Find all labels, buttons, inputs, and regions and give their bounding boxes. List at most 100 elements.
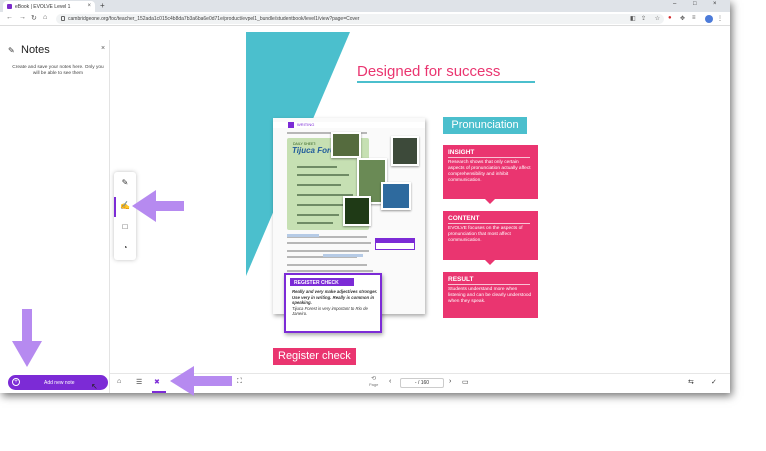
book-section-header: WRITING [273,122,425,128]
text-line [287,250,369,252]
home-icon[interactable]: ⌂ [43,14,47,21]
forward-icon[interactable]: → [19,14,26,21]
opera-extension-icon[interactable]: ● [668,15,672,21]
highlight-mark [287,234,319,237]
left-arrow-annotation-bottom [170,366,232,396]
page-number-field[interactable]: - / 160 [400,378,444,388]
note-tool-icon[interactable]: ✍ [120,201,130,211]
pen-tool-icon[interactable]: ✎ [120,178,130,188]
bookmark-star-icon[interactable]: ☆ [655,15,660,22]
browser-tab[interactable]: eBook | EVOLVE Level 1 × [3,1,95,12]
register-check-example: Tijuca Forest is very important to Rio d… [292,305,368,317]
register-check-box: REGISTER CHECK Really and very make adje… [284,273,382,333]
window-close-button[interactable]: × [713,1,717,7]
share-icon[interactable]: ⇪ [641,15,646,22]
register-check-label: REGISTER CHECK [294,279,339,286]
register-check-text: Really and very make adjectives stronger… [292,289,378,306]
notes-icon: ✎ [8,46,15,55]
lock-icon [61,16,65,21]
avatar[interactable] [705,15,713,23]
card-pointer [485,199,495,204]
fullscreen-icon[interactable]: ⛶ [237,378,242,386]
section-number-badge [288,122,294,128]
text-line [287,270,373,272]
flower-photo [343,196,371,226]
text-line [297,174,349,176]
text-line [297,214,339,216]
insight-title: INSIGHT [448,149,475,156]
insight-body: Research shows that only certain aspects… [448,160,531,183]
mouse-cursor-icon: ↖ [91,382,98,391]
content-card: CONTENT EVOLVE focuses on the aspects of… [443,211,538,265]
home-icon[interactable]: ⌂ [117,378,121,385]
eraser-tool-icon[interactable]: ◔ [120,243,130,253]
browser-window: eBook | EVOLVE Level 1 × + – □ × ← → ↻ ⌂… [0,0,730,393]
puzzle-icon[interactable]: ✥ [680,15,685,22]
evolve-favicon-icon [7,4,12,9]
result-title: RESULT [448,276,474,283]
pronunciation-label: Pronunciation [443,117,527,134]
page-label: Page [369,382,379,387]
register-check-banner: Register check [273,348,356,365]
text-line [297,222,333,224]
page-headline: Designed for success [357,63,501,80]
highlight-mark [323,254,363,257]
result-card: RESULT Students understand more when lis… [443,272,538,318]
previous-page-icon[interactable]: ‹ [389,378,391,385]
grammar-tip-box [375,238,415,250]
add-new-note-label: Add new note [44,380,75,386]
left-arrow-annotation [132,190,184,222]
text-line [297,204,345,206]
menu-dots-icon[interactable]: ⋮ [717,15,723,22]
reading-list-icon[interactable]: ≡ [692,15,696,21]
page-indicator[interactable]: ⟲ Page [369,375,378,387]
section-label: WRITING [297,122,315,127]
text-line [287,242,371,244]
statue-photo [381,182,411,210]
result-body: Students understand more when listening … [448,287,532,304]
address-row: ← → ↻ ⌂ cambridgeone.org/foc/teacher_152… [0,12,730,26]
card-pointer [485,260,495,265]
text-line [297,184,341,186]
notes-title: Notes [21,44,50,56]
content-body: EVOLVE focuses on the aspects of pronunc… [448,226,523,243]
new-tab-button[interactable]: + [100,1,105,10]
swap-icon[interactable]: ⇆ [688,378,694,386]
content-title: CONTENT [448,215,480,222]
table-of-contents-icon[interactable]: ☰ [136,378,142,386]
plus-icon: + [12,378,20,386]
annotation-tools-icon[interactable]: ✖ [154,378,160,386]
address-bar[interactable]: cambridgeone.org/foc/teacher_152ada1c015… [56,14,664,24]
card-divider [448,157,530,158]
register-check-body: Really and very make adjectives stronger… [292,289,378,317]
card-divider [448,284,530,285]
tab-strip: eBook | EVOLVE Level 1 × + – □ × [0,0,730,12]
page-thumbnails-icon: ⟲ [371,376,377,382]
text-line [287,264,367,266]
next-page-icon[interactable]: › [449,378,451,385]
headline-underline [357,81,535,83]
text-line [297,166,337,168]
register-check-tab: REGISTER CHECK [290,278,354,286]
rectangle-tool-icon[interactable]: □ [120,222,130,232]
checkmark-icon[interactable]: ✓ [711,378,717,386]
forest-photo [331,132,361,158]
url-text: cambridgeone.org/foc/teacher_152ada1c015… [68,16,360,22]
reload-icon[interactable]: ↻ [31,14,37,22]
tab-title: eBook | EVOLVE Level 1 [15,3,71,10]
two-page-view-icon[interactable]: ▭ [462,378,469,386]
active-tool-indicator [114,197,116,217]
monkey-photo [391,136,419,166]
maximize-button[interactable]: □ [693,1,697,7]
down-arrow-annotation [12,309,42,367]
card-divider [448,223,530,224]
tab-close-icon[interactable]: × [87,3,91,9]
minimize-button[interactable]: – [673,1,676,7]
ebook-page[interactable]: Designed for success WRITING DAILY SHEET… [246,32,580,366]
back-icon[interactable]: ← [6,14,13,21]
insight-card: INSIGHT Research shows that only certain… [443,145,538,204]
notes-close-icon[interactable]: × [101,45,105,52]
extension-icon[interactable]: ◧ [630,15,636,22]
notes-help-text: Create and save your notes here. Only yo… [12,65,104,76]
active-tool-underline [152,391,166,393]
